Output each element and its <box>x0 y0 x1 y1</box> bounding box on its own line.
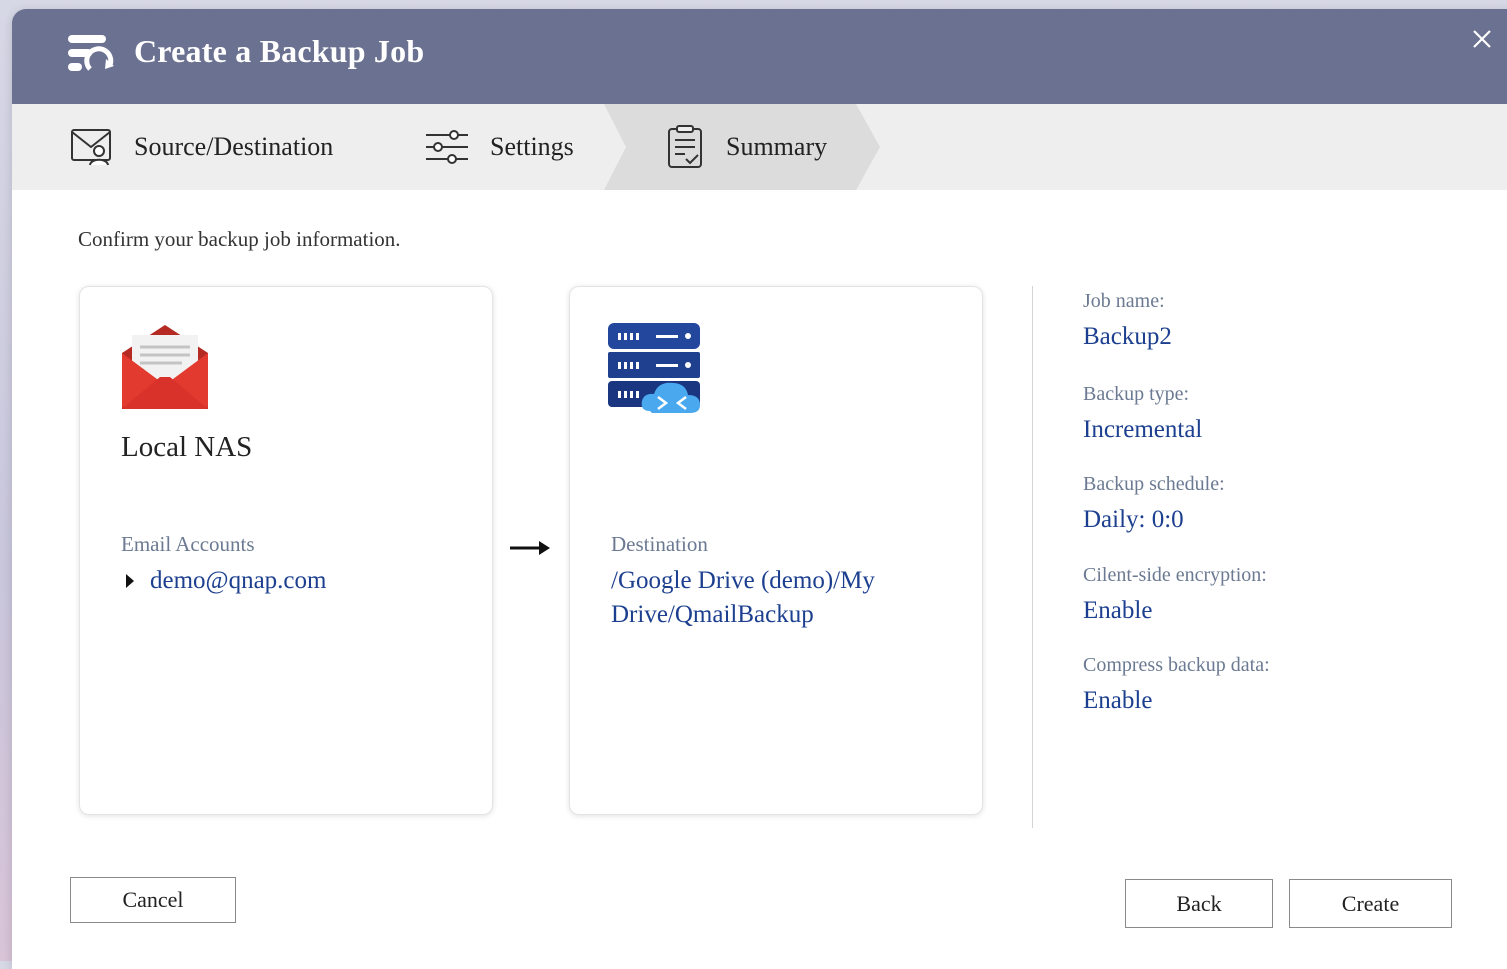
step-indicator: Source/Destination Settings Summary <box>12 104 1507 190</box>
destination-section-label: Destination <box>611 532 708 556</box>
mail-envelope-icon <box>120 323 210 418</box>
summary-item-compression: Compress backup data: Enable <box>1083 654 1270 715</box>
close-icon[interactable] <box>1468 25 1496 53</box>
summary-clipboard-icon <box>666 125 706 169</box>
source-card: Local NAS Email Accounts demo@qnap.com <box>79 286 493 815</box>
step-summary[interactable]: Summary <box>666 104 827 190</box>
source-destination-icon <box>70 127 114 167</box>
server-cloud-icon <box>606 321 702 422</box>
back-button[interactable]: Back <box>1125 879 1273 928</box>
backup-job-icon <box>66 33 116 79</box>
summary-item-backup-type: Backup type: Incremental <box>1083 383 1202 444</box>
summary-label: Job name: <box>1083 290 1165 312</box>
step-label: Source/Destination <box>134 132 334 161</box>
arrow-right-icon <box>509 538 551 563</box>
source-section-label: Email Accounts <box>121 532 255 556</box>
summary-value: Enable <box>1083 597 1153 624</box>
step-settings[interactable]: Settings <box>424 104 574 190</box>
summary-value: Daily: 0:0 <box>1083 506 1184 533</box>
summary-value: Backup2 <box>1083 323 1172 350</box>
dialog-title: Create a Backup Job <box>134 33 425 69</box>
summary-label: Backup type: <box>1083 383 1190 405</box>
dialog-titlebar: Create a Backup Job <box>12 9 1507 104</box>
email-account-item[interactable]: demo@qnap.com <box>126 567 326 595</box>
email-account-label: demo@qnap.com <box>150 567 327 594</box>
summary-item-backup-schedule: Backup schedule: Daily: 0:0 <box>1083 473 1225 534</box>
summary-label: Backup schedule: <box>1083 473 1225 495</box>
summary-value: Incremental <box>1083 416 1203 443</box>
create-backup-job-dialog: Create a Backup Job Source/Destination S… <box>12 9 1507 969</box>
cancel-button[interactable]: Cancel <box>70 877 236 923</box>
summary-item-job-name: Job name: Backup2 <box>1083 290 1172 351</box>
summary-item-encryption: Cilent-side encryption: Enable <box>1083 564 1267 625</box>
step-source-destination[interactable]: Source/Destination <box>70 104 333 190</box>
step-label: Summary <box>726 132 828 161</box>
summary-label: Compress backup data: <box>1083 654 1270 676</box>
settings-sliders-icon <box>424 127 470 167</box>
step-label: Settings <box>490 132 574 161</box>
destination-path: /Google Drive (demo)/My Drive/QmailBacku… <box>611 567 875 628</box>
summary-value: Enable <box>1083 687 1153 714</box>
instructions-text: Confirm your backup job information. <box>78 227 401 251</box>
summary-label: Cilent-side encryption: <box>1083 564 1267 586</box>
expand-triangle-icon[interactable] <box>126 574 134 588</box>
vertical-divider <box>1032 286 1033 828</box>
destination-card: Destination /Google Drive (demo)/My Driv… <box>569 286 983 815</box>
source-title: Local NAS <box>121 431 253 463</box>
create-button[interactable]: Create <box>1289 879 1452 928</box>
